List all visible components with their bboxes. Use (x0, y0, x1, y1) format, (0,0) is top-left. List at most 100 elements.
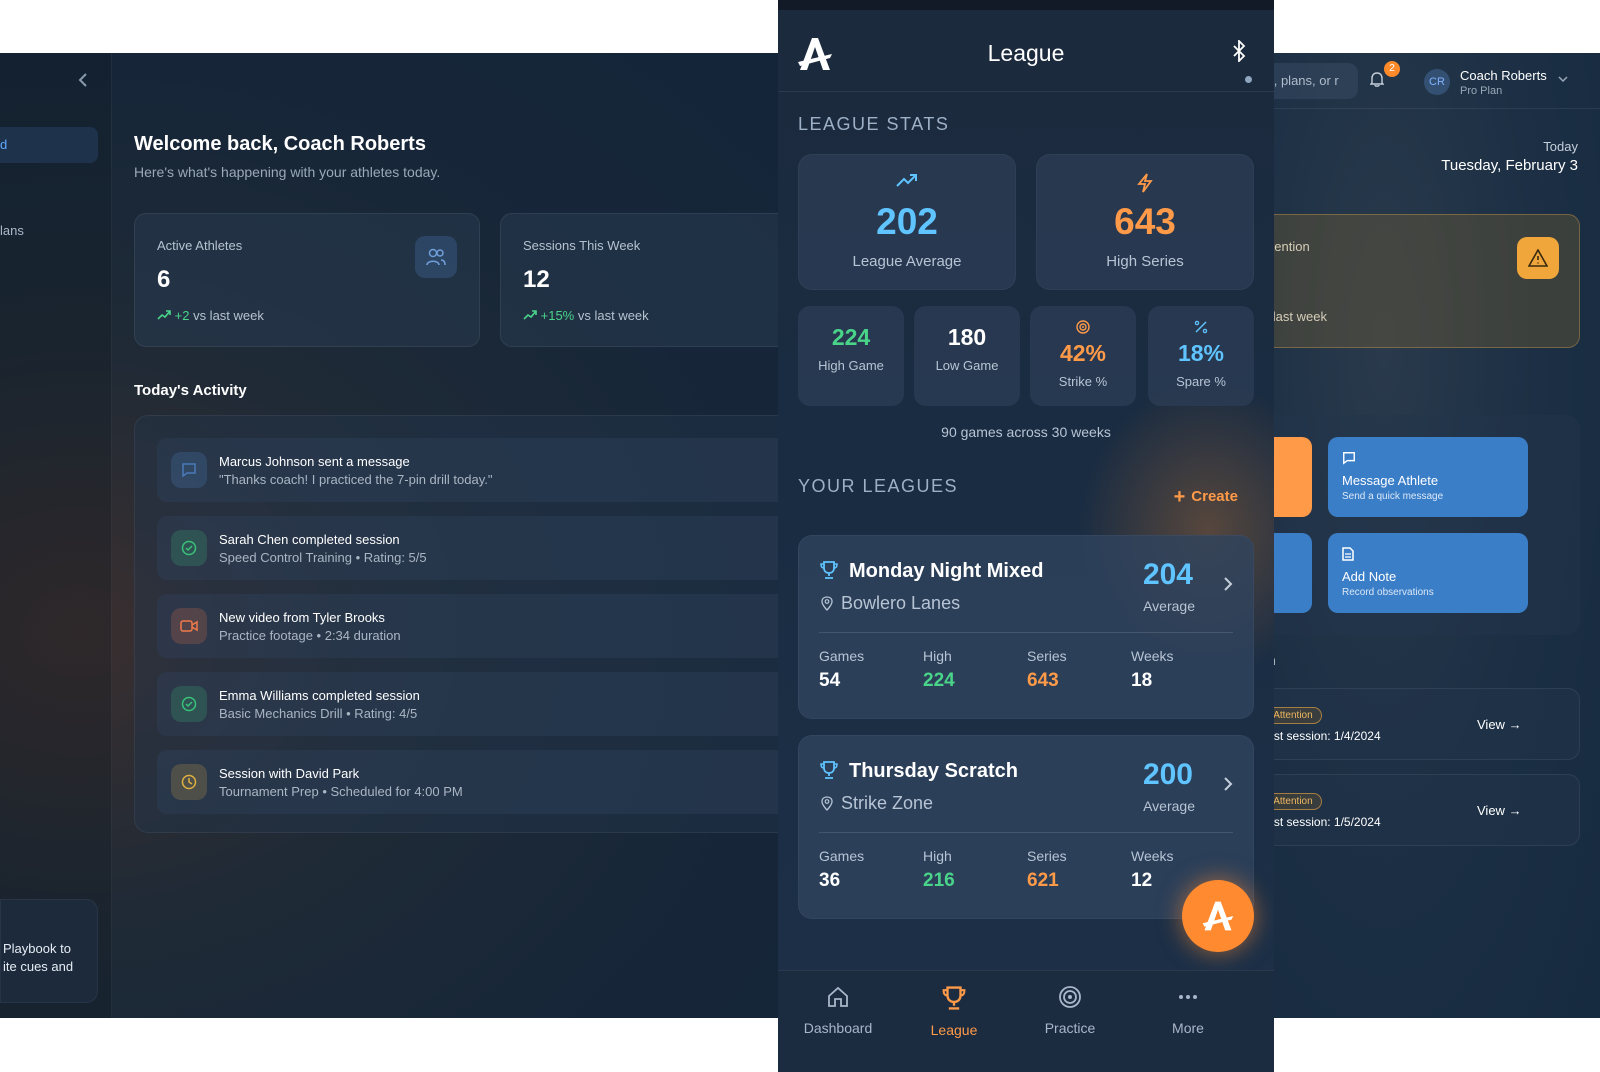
attention-row[interactable]: ⚠ Attention e • Last session: 1/4/2024 V… (1240, 688, 1580, 760)
league-name: Monday Night Mixed (849, 560, 1044, 582)
trophy-icon (819, 560, 839, 585)
app-header: League (778, 10, 1274, 92)
stat-delta-value: +2 (174, 308, 190, 323)
divider (819, 632, 1233, 633)
nav-dashboard[interactable]: Dashboard (778, 985, 898, 1036)
status-strip (778, 0, 1274, 10)
nav-label: Practice (1044, 1020, 1096, 1036)
stage: d lans Playbook to ite cues and Welcome … (0, 0, 1600, 1072)
bottom-nav: Dashboard League Practice More (778, 970, 1274, 1072)
activity-detail-text: Basic Mechanics Drill • Rating: 4/5 (219, 706, 418, 721)
games-summary: 90 games across 30 weeks (941, 424, 1111, 440)
activity-row[interactable]: Sarah Chen completed session Speed Contr… (157, 516, 790, 580)
league-stat-header: Series (1027, 848, 1067, 864)
activity-title: Today's Activity (134, 382, 247, 399)
league-venue: Strike Zone (841, 793, 934, 813)
view-button[interactable]: View → (1477, 717, 1522, 732)
activity-title-text: New video from Tyler Brooks (219, 610, 385, 625)
league-card[interactable]: Monday Night Mixed Bowlero Lanes 204 Ave… (798, 535, 1254, 719)
right-dashboard: es, plans, or r 2 CR Coach Roberts Pro P… (1240, 53, 1600, 1018)
activity-title-text: Sarah Chen completed session (219, 532, 400, 547)
stat-value: 42% (1059, 340, 1107, 366)
attention-row[interactable]: ⚠ Attention e • Last session: 1/5/2024 V… (1240, 774, 1580, 846)
activity-title-text: Marcus Johnson sent a message (219, 454, 410, 469)
league-stat-games: Games 54 (819, 648, 864, 692)
message-athlete-button[interactable]: Message Athlete Send a quick message (1328, 437, 1528, 517)
activity-detail-text: Tournament Prep • Scheduled for 4:00 PM (219, 784, 463, 799)
stat-card-league-average: 202 League Average (798, 154, 1016, 290)
stat-card-strike-pct: 42% Strike % (1030, 306, 1136, 406)
league-stat-header: Weeks (1131, 848, 1174, 864)
stat-delta-suffix: vs last week (189, 308, 264, 323)
left-dashboard: d lans Playbook to ite cues and Welcome … (0, 53, 790, 1018)
nav-league[interactable]: League (894, 985, 1014, 1038)
league-stat-header: Weeks (1131, 648, 1174, 664)
create-league-button[interactable]: + Create (1174, 486, 1238, 509)
league-stat-header: Series (1027, 648, 1067, 664)
league-stat-value: 621 (1027, 870, 1059, 891)
trophy-icon (894, 985, 1014, 1016)
nav-practice[interactable]: Practice (1010, 985, 1130, 1036)
sidebar-item-active[interactable]: d (0, 127, 98, 163)
phone-app: League LEAGUE STATS 202 League Average 6… (778, 0, 1274, 1072)
league-stat-series: Series 621 (1027, 848, 1067, 892)
chevron-right-icon[interactable] (1223, 776, 1233, 797)
view-button-label: View (1477, 803, 1505, 818)
sidebar-promo-text: Playbook to ite cues and (3, 941, 74, 974)
league-stat-header: High (923, 648, 952, 664)
quick-actions-panel: ram Message Athlete Send a quick message… (1240, 415, 1580, 635)
league-stat-games: Games 36 (819, 848, 864, 892)
trending-up-icon (799, 173, 1015, 192)
stat-delta-value: +15% (540, 308, 575, 323)
add-note-button[interactable]: Add Note Record observations (1328, 533, 1528, 613)
target-icon (1010, 985, 1130, 1014)
more-icon (1128, 985, 1248, 1014)
trophy-icon (819, 760, 839, 785)
trend-up-icon (523, 308, 537, 323)
collapse-sidebar-icon[interactable] (78, 73, 88, 92)
activity-row[interactable]: Emma Williams completed session Basic Me… (157, 672, 790, 736)
chevron-right-icon[interactable] (1223, 576, 1233, 597)
league-stat-header: High (923, 848, 952, 864)
activity-panel: Marcus Johnson sent a message "Thanks co… (134, 415, 790, 833)
bluetooth-icon[interactable] (1232, 38, 1246, 67)
activity-row[interactable]: Marcus Johnson sent a message "Thanks co… (157, 438, 790, 502)
attention-pill-label: Attention (1273, 710, 1313, 721)
stat-card-active-athletes: Active Athletes 6 +2 vs last week (134, 213, 480, 347)
chevron-down-icon[interactable] (1558, 73, 1568, 85)
activity-detail-text: Practice footage • 2:34 duration (219, 628, 401, 643)
activity-row[interactable]: Session with David Park Tournament Prep … (157, 750, 790, 814)
activity-row[interactable]: New video from Tyler Brooks Practice foo… (157, 594, 790, 658)
sidebar: d lans Playbook to ite cues and (0, 53, 112, 1018)
clock-icon (171, 764, 207, 800)
sidebar-promo[interactable]: Playbook to ite cues and (0, 899, 98, 1003)
nav-more[interactable]: More (1128, 985, 1248, 1036)
bell-icon[interactable] (1369, 71, 1385, 92)
league-stat-header: Games (819, 648, 865, 664)
sidebar-item-active-fragment: d (0, 137, 8, 152)
stat-label: Strike % (1058, 374, 1108, 389)
view-button[interactable]: View → (1477, 803, 1522, 818)
league-card[interactable]: Thursday Scratch Strike Zone 200 Average… (798, 735, 1254, 919)
stat-card-attention: ed Attention -1 vs last week (1240, 214, 1580, 348)
stat-label: Sessions This Week (523, 238, 641, 253)
sidebar-item-plans[interactable]: lans (0, 223, 24, 238)
league-average-label: Average (1143, 598, 1195, 614)
user-name[interactable]: Coach Roberts (1460, 68, 1547, 83)
league-stat-value: 54 (819, 670, 841, 691)
nav-label: More (1172, 1020, 1204, 1036)
stat-card-spare-pct: 18% Spare % (1148, 306, 1254, 406)
stat-label: League Average (852, 253, 962, 270)
percent-icon (1148, 320, 1254, 339)
stat-card-high-series: 643 High Series (1036, 154, 1254, 290)
activity-title-text: Session with David Park (219, 766, 360, 781)
ai-coach-button[interactable] (1182, 880, 1254, 952)
stat-value: 180 (947, 324, 987, 350)
avatar[interactable]: CR (1424, 69, 1450, 95)
stat-card-high-game: 224 High Game (798, 306, 904, 406)
arrow-right-icon: → (1508, 717, 1522, 732)
stat-delta-suffix: vs last week (574, 308, 649, 323)
video-icon (171, 608, 207, 644)
divider (819, 832, 1233, 833)
stat-value: 6 (157, 266, 171, 293)
